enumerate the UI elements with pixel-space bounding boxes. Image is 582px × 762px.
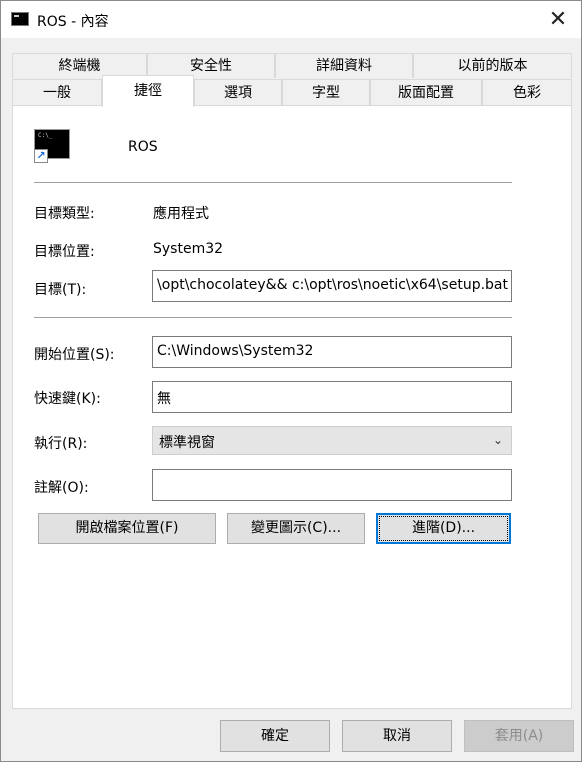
title-bar: ROS - 內容 ✕ <box>1 1 581 38</box>
tab-shortcut[interactable]: 捷徑 <box>102 75 194 107</box>
target-type-value: 應用程式 <box>153 206 209 222</box>
cancel-button[interactable]: 取消 <box>342 720 452 752</box>
tab-layout[interactable]: 版面配置 <box>370 79 482 105</box>
divider <box>34 182 512 183</box>
apply-button[interactable]: 套用(A) <box>464 720 574 752</box>
tab-colors[interactable]: 色彩 <box>482 79 572 105</box>
chevron-down-icon: ⌄ <box>492 433 503 447</box>
comment-input[interactable] <box>152 469 512 501</box>
run-select-value: 標準視窗 <box>159 435 215 451</box>
run-label: 執行(R): <box>34 436 88 452</box>
shortcut-key-label: 快速鍵(K): <box>34 391 101 407</box>
target-type-label: 目標類型: <box>34 206 95 222</box>
window-title: ROS - 內容 <box>37 14 109 30</box>
start-in-label: 開始位置(S): <box>34 347 115 363</box>
tab-font[interactable]: 字型 <box>282 79 370 105</box>
ok-button[interactable]: 確定 <box>220 720 330 752</box>
target-label: 目標(T): <box>34 282 87 298</box>
properties-window: ROS - 內容 ✕ 終端機 安全性 詳細資料 以前的版本 一般 捷徑 選項 字… <box>0 0 582 762</box>
console-icon <box>11 12 29 26</box>
target-location-value: System32 <box>153 241 224 257</box>
advanced-button[interactable]: 進階(D)... <box>376 513 511 544</box>
run-select[interactable]: 標準視窗 ⌄ <box>152 426 512 455</box>
tab-previous-versions[interactable]: 以前的版本 <box>413 53 572 78</box>
open-file-location-button[interactable]: 開啟檔案位置(F) <box>38 513 216 544</box>
tab-general[interactable]: 一般 <box>12 79 102 105</box>
shortcut-name: ROS <box>128 139 158 155</box>
start-in-input[interactable]: C:\Windows\System32 <box>152 336 512 368</box>
comment-label: 註解(O): <box>34 480 89 496</box>
target-input[interactable]: \opt\chocolatey&& c:\opt\ros\noetic\x64\… <box>152 270 512 302</box>
shortcut-app-icon: ↗ <box>34 129 72 163</box>
tab-options[interactable]: 選項 <box>194 79 282 105</box>
divider <box>34 317 512 318</box>
change-icon-button[interactable]: 變更圖示(C)... <box>227 513 365 544</box>
tab-details[interactable]: 詳細資料 <box>275 53 413 78</box>
close-button[interactable]: ✕ <box>535 1 581 38</box>
target-location-label: 目標位置: <box>34 244 95 260</box>
shortcut-key-input[interactable]: 無 <box>152 381 512 413</box>
shortcut-arrow-icon: ↗ <box>34 149 48 163</box>
